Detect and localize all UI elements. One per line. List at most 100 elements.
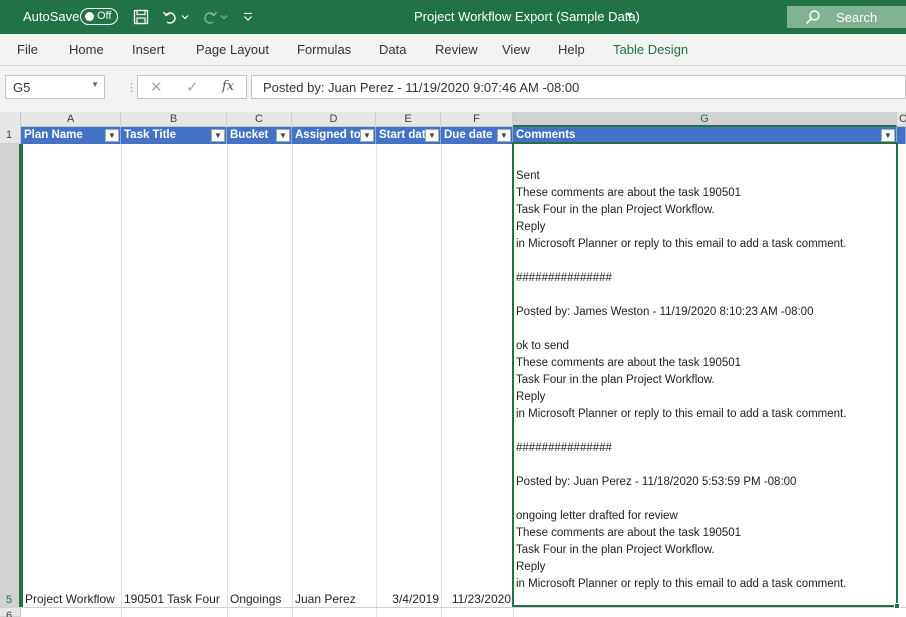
name-box-dropdown-icon[interactable]: ▼: [91, 80, 99, 89]
filter-dropdown-icon[interactable]: ▼: [360, 129, 374, 142]
header-task-title: Task Title ▼: [121, 127, 227, 144]
tab-page-layout[interactable]: Page Layout: [196, 42, 269, 57]
tab-table-design[interactable]: Table Design: [613, 42, 688, 57]
row-header-1[interactable]: 1: [0, 127, 21, 144]
column-header-g[interactable]: G: [513, 112, 897, 127]
filter-dropdown-icon[interactable]: ▼: [276, 129, 290, 142]
formula-bar-splitter-icon[interactable]: ⋮: [126, 81, 137, 94]
cell-c5[interactable]: Ongoings: [230, 592, 291, 606]
comment-line: Task Four in the plan Project Workflow.: [516, 204, 715, 216]
tab-data[interactable]: Data: [379, 42, 406, 57]
worksheet-grid: A B C D E F G C 1 5 6 Plan Name ▼ Task T…: [0, 112, 906, 617]
name-box[interactable]: G5 ▼: [5, 75, 105, 99]
redo-dropdown-icon[interactable]: [218, 7, 230, 27]
enter-icon[interactable]: ✓: [186, 78, 199, 96]
column-header-f[interactable]: F: [441, 112, 513, 127]
cancel-icon[interactable]: ✕: [150, 78, 163, 96]
column-header-a[interactable]: A: [21, 112, 121, 127]
header-assigned-to: Assigned to ▼: [292, 127, 376, 144]
comment-line: ok to send: [516, 340, 570, 352]
toggle-knob: [85, 12, 94, 21]
header-bucket: Bucket ▼: [227, 127, 292, 144]
filter-dropdown-icon[interactable]: ▼: [425, 129, 439, 142]
header-plan-name-label: Plan Name: [24, 129, 83, 141]
cell-b5[interactable]: 190501 Task Four: [124, 592, 226, 606]
comment-line: in Microsoft Planner or reply to this em…: [516, 238, 847, 250]
gridline: [292, 144, 293, 617]
column-header-e[interactable]: E: [376, 112, 441, 127]
tab-insert[interactable]: Insert: [132, 42, 165, 57]
comment-line: in Microsoft Planner or reply to this em…: [516, 578, 847, 590]
filter-dropdown-icon[interactable]: ▼: [497, 129, 511, 142]
document-title[interactable]: Project Workflow Export (Sample Data): [414, 9, 640, 24]
row-header-6[interactable]: 6: [0, 608, 21, 617]
customize-quick-access-icon[interactable]: [238, 7, 258, 27]
comment-line: in Microsoft Planner or reply to this em…: [516, 408, 847, 420]
column-header-d[interactable]: D: [292, 112, 376, 127]
tab-view[interactable]: View: [502, 42, 530, 57]
row-5-bottom-gridline: [0, 607, 906, 608]
comment-line: These comments are about the task 190501: [516, 357, 742, 369]
select-all-corner[interactable]: [0, 112, 21, 127]
comment-line: Sent: [516, 170, 540, 182]
search-box[interactable]: Search: [787, 6, 906, 28]
comment-line: Task Four in the plan Project Workflow.: [516, 544, 715, 556]
header-start-date: Start date ▼: [376, 127, 441, 144]
ribbon-tabs: File Home Insert Page Layout Formulas Da…: [0, 34, 906, 66]
column-header-b[interactable]: B: [121, 112, 227, 127]
tab-file[interactable]: File: [17, 42, 38, 57]
autosave-label: AutoSave: [23, 9, 80, 24]
formula-input[interactable]: Posted by: Juan Perez - 11/19/2020 9:07:…: [251, 75, 906, 99]
column-header-h[interactable]: C: [897, 112, 906, 127]
comment-line: ongoing letter drafted for review: [516, 510, 678, 522]
gridline: [376, 144, 377, 617]
comment-line: These comments are about the task 190501: [516, 187, 742, 199]
save-icon[interactable]: [131, 7, 151, 27]
header-comments-label: Comments: [516, 129, 576, 141]
comment-line: Posted by: James Weston - 11/19/2020 8:1…: [516, 306, 814, 318]
cell-a5[interactable]: Project Workflow: [25, 592, 121, 606]
column-header-c[interactable]: C: [227, 112, 292, 127]
redo-icon[interactable]: [200, 7, 220, 27]
comment-line: ###############: [516, 442, 612, 454]
header-plan-name: Plan Name ▼: [21, 127, 121, 144]
tab-home[interactable]: Home: [69, 42, 104, 57]
undo-icon[interactable]: [160, 7, 180, 27]
row-5-label: 5: [6, 594, 13, 606]
table-left-border: [21, 144, 23, 607]
comment-line: These comments are about the task 190501: [516, 527, 742, 539]
header-due-date-label: Due date: [444, 129, 493, 141]
insert-function-icon[interactable]: fx: [222, 79, 234, 94]
undo-dropdown-icon[interactable]: [179, 7, 191, 27]
header-task-title-label: Task Title: [124, 129, 176, 141]
gridline: [441, 144, 442, 617]
tab-review[interactable]: Review: [435, 42, 478, 57]
comment-line: Task Four in the plan Project Workflow.: [516, 374, 715, 386]
header-next-column: [897, 127, 906, 144]
comment-line: Reply: [516, 221, 546, 233]
header-due-date: Due date ▼: [441, 127, 513, 144]
autosave-state: Off: [97, 10, 112, 22]
header-assigned-to-label: Assigned to: [295, 129, 361, 141]
comment-line: Posted by: Juan Perez - 11/18/2020 5:53:…: [516, 476, 797, 488]
tab-help[interactable]: Help: [558, 42, 585, 57]
formula-buttons: ✕ ✓ fx: [137, 75, 247, 99]
cell-e5[interactable]: 3/4/2019: [376, 592, 439, 606]
formula-bar-area: G5 ▼ ⋮ ✕ ✓ fx Posted by: Juan Perez - 11…: [0, 66, 906, 112]
cell-f5[interactable]: 11/23/2020: [441, 592, 511, 606]
gridline: [121, 144, 122, 617]
autosave-toggle[interactable]: Off: [80, 8, 118, 25]
cell-g5[interactable]: Sent These comments are about the task 19…: [513, 144, 897, 607]
title-dropdown-icon[interactable]: ▼: [625, 10, 634, 20]
filter-dropdown-icon[interactable]: ▼: [105, 129, 119, 142]
comment-line: Reply: [516, 391, 546, 403]
fill-handle[interactable]: [894, 603, 900, 609]
gridline: [227, 144, 228, 617]
cell-d5[interactable]: Juan Perez: [295, 592, 375, 606]
filter-dropdown-icon[interactable]: ▼: [881, 129, 895, 142]
search-label: Search: [836, 10, 878, 25]
row-header-5[interactable]: 5: [0, 144, 21, 608]
tab-formulas[interactable]: Formulas: [297, 42, 351, 57]
filter-dropdown-icon[interactable]: ▼: [211, 129, 225, 142]
comment-line: ###############: [516, 272, 612, 284]
